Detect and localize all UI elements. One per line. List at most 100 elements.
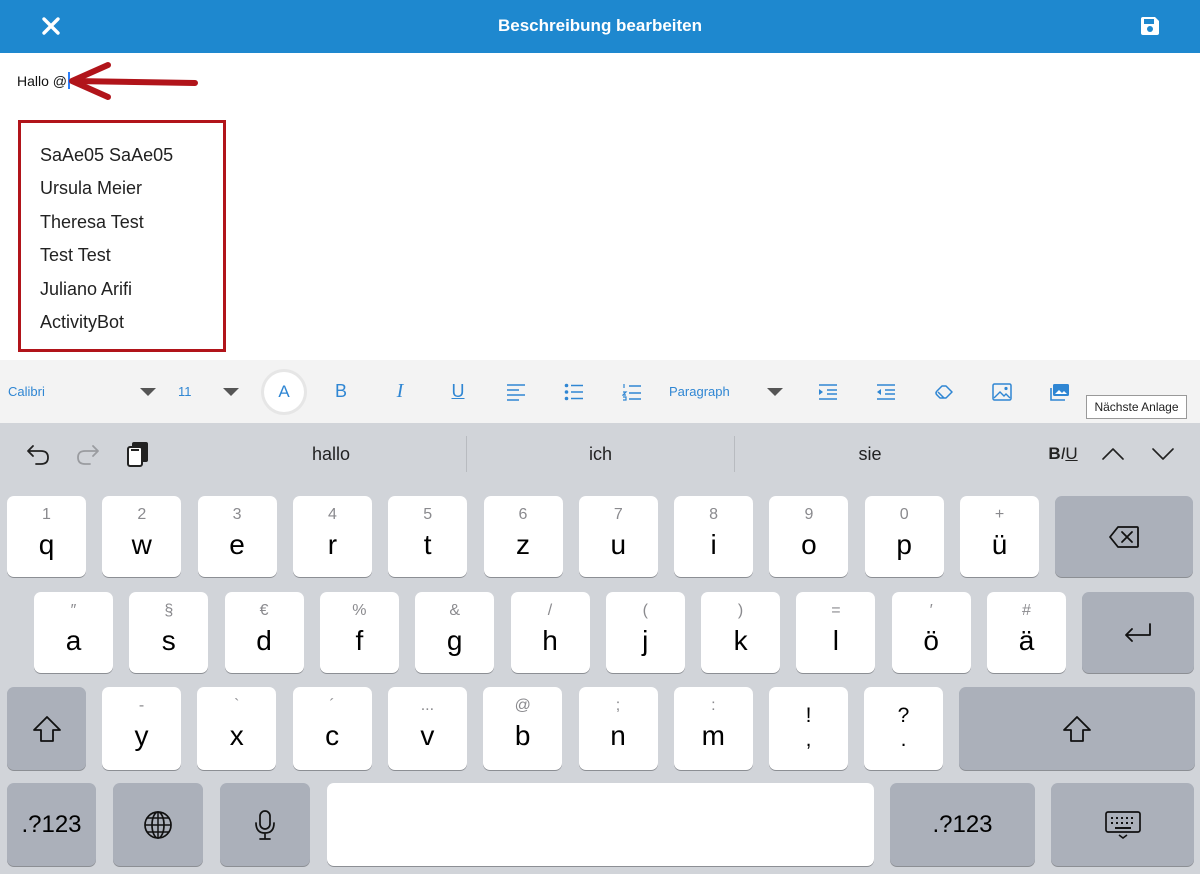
font-dropdown[interactable] [136, 360, 160, 423]
key-secondary-label: ) [737, 602, 744, 619]
text-color-button[interactable]: A [264, 360, 304, 423]
key-label: a [65, 625, 82, 656]
undo-button[interactable] [21, 437, 55, 471]
key-f[interactable]: % f [319, 592, 399, 673]
align-left-button[interactable] [504, 360, 528, 423]
key-e[interactable]: 3e [197, 496, 277, 577]
indent-button[interactable] [816, 360, 840, 423]
save-button[interactable] [1133, 9, 1167, 43]
page-title: Beschreibung bearbeiten [497, 16, 703, 35]
editor-area[interactable]: Hallo @ SaAe05 SaAe05 Ursula Meier There… [0, 53, 1200, 360]
font-select[interactable]: Calibri [8, 360, 68, 423]
mention-item[interactable]: Theresa Test [40, 212, 144, 233]
key-d[interactable]: € d [224, 592, 304, 673]
suggestion-word[interactable]: hallo [197, 423, 465, 485]
gallery-icon [1050, 383, 1069, 401]
key-m[interactable]: :m [673, 687, 753, 770]
key-w[interactable]: 2w [102, 496, 182, 577]
key-k[interactable]: ) k [701, 592, 781, 673]
key-s[interactable]: § s [129, 592, 209, 673]
keyboard-icon [1104, 810, 1141, 839]
numbered-list-button[interactable] [620, 360, 644, 423]
key-ü[interactable]: + ü [960, 496, 1039, 577]
key-q[interactable]: 1q [7, 496, 86, 577]
text-style-button[interactable]: BIU [1042, 437, 1084, 471]
outdent-button[interactable] [874, 360, 898, 423]
microphone-key[interactable] [220, 783, 310, 866]
key-j[interactable]: (j [605, 592, 685, 673]
insert-image-button[interactable] [990, 360, 1014, 423]
bullet-list-button[interactable] [562, 360, 586, 423]
key-label: i [710, 529, 717, 560]
key-label: t [423, 529, 432, 560]
mention-item[interactable]: Juliano Arifi [40, 279, 132, 300]
dismiss-keyboard-key[interactable] [1051, 783, 1194, 866]
key-v[interactable]: ... v [387, 687, 467, 770]
key-a[interactable]: ″ a [34, 592, 113, 673]
key-secondary-label: : [711, 697, 716, 714]
key-i[interactable]: 8i [674, 496, 754, 577]
key-n[interactable]: ; n [578, 687, 658, 770]
close-button[interactable] [34, 9, 68, 43]
key-punct-exclaim[interactable]: ! , [769, 687, 848, 770]
mention-item[interactable]: ActivityBot [40, 312, 124, 333]
key-c[interactable]: ´ c [292, 687, 372, 770]
key-secondary-label: 6 [518, 506, 528, 523]
backspace-icon [1109, 525, 1139, 548]
key-o[interactable]: 9o [769, 496, 849, 577]
red-arrow-annotation [69, 62, 198, 100]
clipboard-icon [127, 442, 148, 467]
return-key[interactable] [1082, 592, 1194, 673]
key-punct-question[interactable]: ? . [864, 687, 943, 770]
backspace-key[interactable] [1055, 496, 1193, 577]
key-t[interactable]: 5t [388, 496, 468, 577]
clear-format-button[interactable] [932, 360, 956, 423]
key-secondary-label: € [259, 602, 269, 619]
key-label: f [355, 625, 364, 656]
numbers-key-right[interactable]: .?123 [890, 783, 1035, 866]
paste-button[interactable] [121, 437, 155, 471]
key-y[interactable]: -y [102, 687, 181, 770]
key-label: j [642, 625, 649, 656]
key-secondary-label: / [547, 602, 553, 619]
indent-icon [819, 383, 837, 400]
shift-key-right[interactable] [959, 687, 1195, 770]
gallery-button[interactable] [1048, 360, 1072, 423]
key-label: ö [923, 625, 939, 656]
underline-button[interactable]: U [443, 360, 473, 423]
key-h[interactable]: / h [510, 592, 590, 673]
previous-field-button[interactable] [1096, 437, 1130, 471]
paragraph-dropdown[interactable] [763, 360, 787, 423]
next-field-button[interactable] [1146, 437, 1180, 471]
bold-button[interactable]: B [326, 360, 356, 423]
mention-item[interactable]: SaAe05 SaAe05 [40, 145, 173, 166]
shift-icon [1063, 715, 1091, 742]
key-u[interactable]: 7u [578, 496, 658, 577]
key-z[interactable]: 6z [483, 496, 563, 577]
size-select[interactable]: 11 [178, 360, 198, 423]
key-r[interactable]: 4r [292, 496, 372, 577]
editor-content[interactable]: Hallo @ [17, 72, 71, 89]
mention-item[interactable]: Ursula Meier [40, 178, 142, 199]
key-ö[interactable]: ′ ö [891, 592, 971, 673]
italic-button[interactable]: I [385, 360, 415, 423]
shift-key-left[interactable] [7, 687, 86, 770]
mention-item[interactable]: Test Test [40, 245, 111, 266]
paragraph-select[interactable]: Paragraph [669, 360, 739, 423]
globe-key[interactable] [113, 783, 203, 866]
suggestion-word[interactable]: ich [467, 423, 734, 485]
suggestion-word[interactable]: sie [735, 423, 1005, 485]
space-bar[interactable] [327, 783, 874, 866]
key-ä[interactable]: # ä [987, 592, 1066, 673]
redo-button[interactable] [71, 437, 105, 471]
key-x[interactable]: ` x [197, 687, 277, 770]
key-l[interactable]: = l [796, 592, 876, 673]
key-p[interactable]: 0p [864, 496, 944, 577]
size-dropdown[interactable] [219, 360, 243, 423]
chevron-up-icon [1102, 448, 1124, 460]
numbers-key-left[interactable]: .?123 [7, 783, 96, 866]
key-g[interactable]: & g [415, 592, 495, 673]
key-secondary-label: ( [642, 602, 648, 619]
key-secondary-label: ′ [929, 602, 933, 619]
key-b[interactable]: @ b [483, 687, 563, 770]
